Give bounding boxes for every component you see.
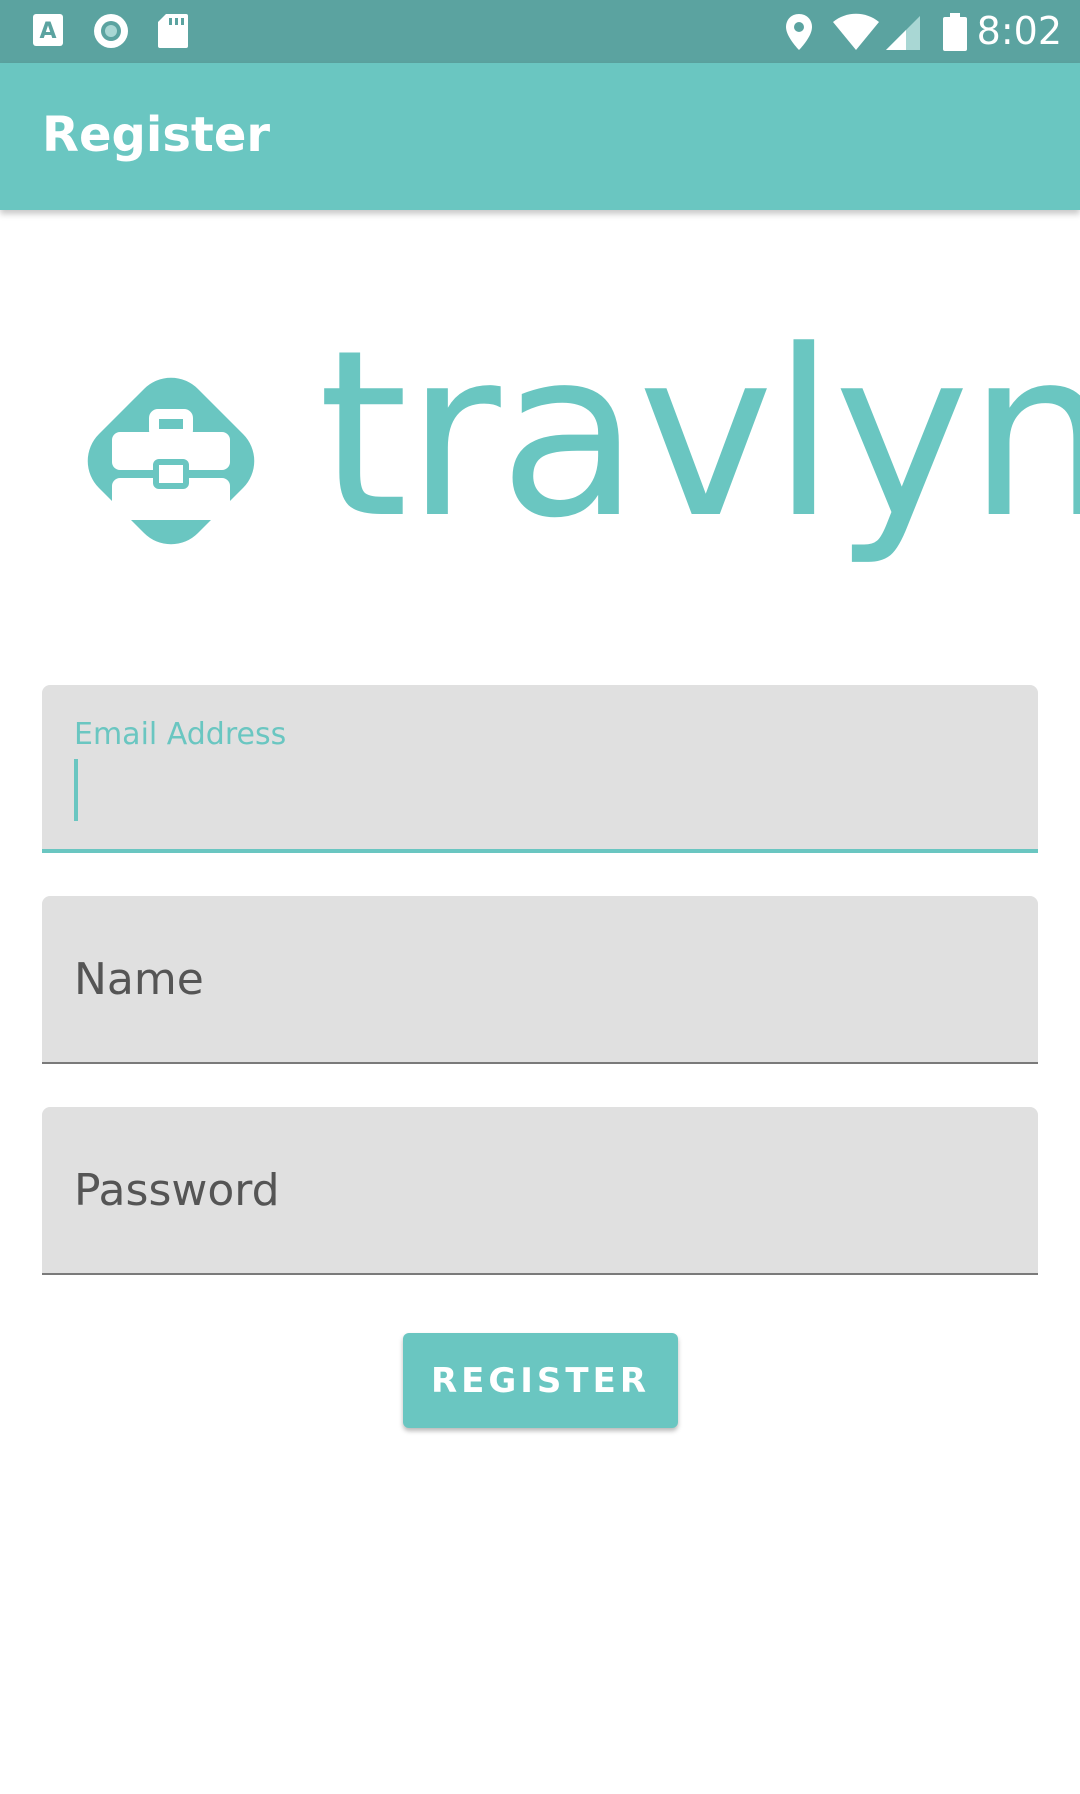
page-title: Register <box>42 107 271 163</box>
wifi-icon <box>832 12 880 56</box>
travlyn-logo: travlyn <box>60 316 1080 590</box>
register-button[interactable]: REGISTER <box>403 1333 678 1428</box>
signal-icon <box>884 12 922 56</box>
a-notification-icon: A <box>32 12 64 54</box>
circle-notification-icon <box>92 12 130 54</box>
text-cursor <box>74 759 78 821</box>
location-icon <box>784 12 814 56</box>
name-field[interactable]: Name <box>42 896 1038 1064</box>
briefcase-icon <box>60 350 282 576</box>
name-placeholder: Name <box>74 954 204 1005</box>
svg-text:A: A <box>39 19 56 44</box>
battery-icon <box>942 12 968 56</box>
email-field-label: Email Address <box>74 717 287 752</box>
email-field[interactable]: Email Address <box>42 685 1038 853</box>
sd-card-icon <box>157 12 189 54</box>
password-field[interactable]: Password <box>42 1107 1038 1275</box>
logo-wordmark: travlyn <box>318 302 1080 569</box>
password-placeholder: Password <box>74 1165 280 1216</box>
app-bar: Register <box>0 63 1080 210</box>
status-time: 8:02 <box>976 9 1062 53</box>
status-bar: A 8:02 <box>0 0 1080 63</box>
